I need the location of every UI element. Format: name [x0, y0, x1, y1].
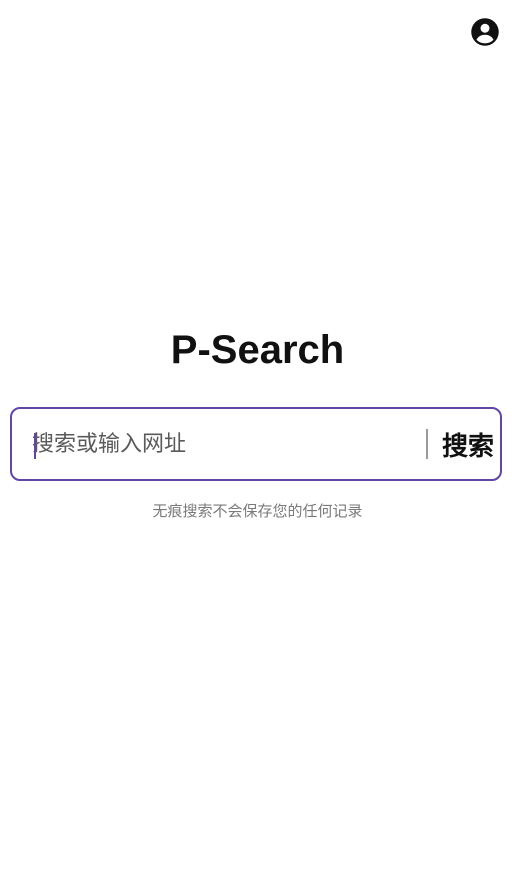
- app-screen: P-Search 搜索 无痕搜索不会保存您的任何记录: [0, 0, 515, 870]
- incognito-hint: 无痕搜索不会保存您的任何记录: [152, 502, 363, 520]
- search-bar: 搜索: [10, 407, 502, 481]
- account-button[interactable]: [469, 16, 501, 48]
- search-divider: [426, 429, 428, 459]
- search-input[interactable]: [12, 409, 427, 479]
- page-title: P-Search: [170, 328, 345, 372]
- search-button[interactable]: 搜索: [436, 409, 500, 479]
- text-caret: [34, 433, 36, 459]
- account-circle-icon: [471, 18, 499, 46]
